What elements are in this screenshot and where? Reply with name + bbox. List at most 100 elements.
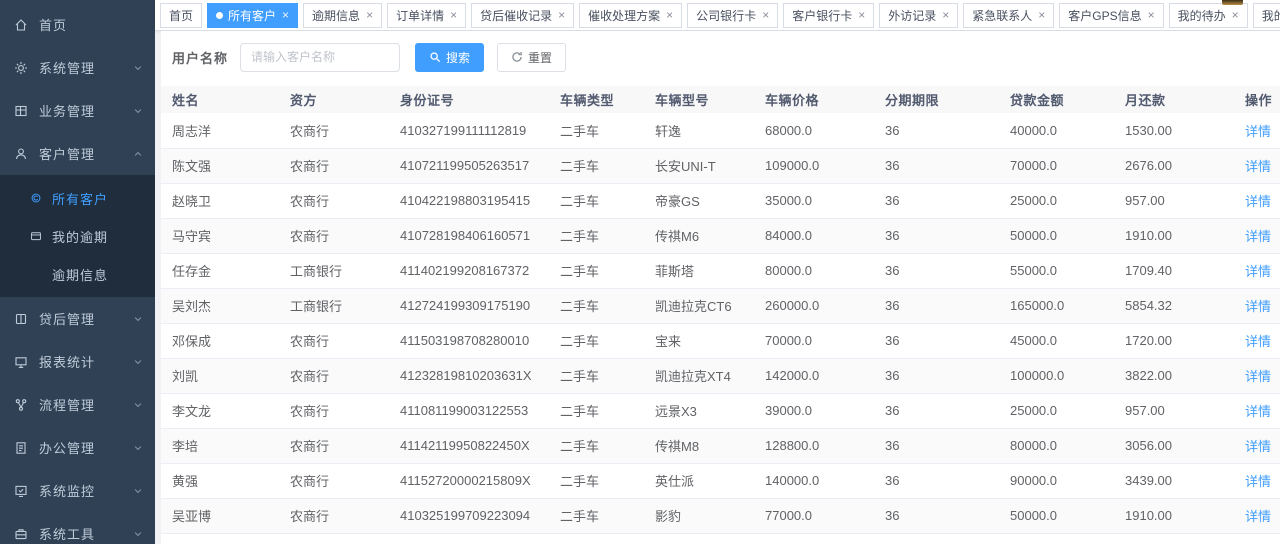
close-icon[interactable]: × — [858, 9, 865, 21]
table-cell: 36 — [885, 533, 1010, 544]
sidebar-item-5[interactable]: 报表统计 — [0, 340, 155, 383]
tab-label: 紧急联系人 — [972, 7, 1032, 24]
submenu-item-2[interactable]: 逾期信息 — [0, 255, 155, 293]
sidebar-item-label: 办公管理 — [39, 438, 133, 457]
sidebar-item-1[interactable]: 系统管理 — [0, 46, 155, 89]
details-link[interactable]: 详情 — [1245, 474, 1271, 489]
table-cell: 吴刘杰 — [161, 288, 290, 323]
tab-0[interactable]: 首页 — [160, 3, 202, 28]
search-button[interactable]: 搜索 — [415, 43, 484, 72]
details-link[interactable]: 详情 — [1245, 264, 1271, 279]
tab-4[interactable]: 贷后催收记录× — [471, 3, 574, 28]
close-icon[interactable]: × — [762, 9, 769, 21]
details-link[interactable]: 详情 — [1245, 124, 1271, 139]
sidebar-item-0[interactable]: 首页 — [0, 3, 155, 46]
tab-5[interactable]: 催收处理方案× — [579, 3, 682, 28]
tab-label: 所有客户 — [228, 7, 276, 24]
no-icon — [30, 267, 52, 281]
tab-1[interactable]: 所有客户 × — [207, 3, 298, 28]
column-header: 资方 — [290, 86, 400, 113]
search-label: 用户名称 — [172, 48, 228, 67]
sidebar-item-8[interactable]: 系统监控 — [0, 469, 155, 512]
monitor-icon — [14, 355, 30, 369]
table-cell: 39000.0 — [765, 393, 885, 428]
sidebar: 首页系统管理业务管理客户管理所有客户我的逾期逾期信息贷后管理报表统计流程管理办公… — [0, 0, 155, 544]
table-cell: 刘凯 — [161, 358, 290, 393]
table-cell: 1910.00 — [1125, 218, 1245, 253]
details-link[interactable]: 详情 — [1245, 439, 1271, 454]
close-icon[interactable]: × — [1148, 9, 1155, 21]
avatar[interactable] — [1222, 0, 1243, 5]
chevron-down-icon — [133, 63, 143, 73]
close-icon[interactable]: × — [1038, 9, 1045, 21]
tab-8[interactable]: 外访记录× — [879, 3, 958, 28]
close-icon[interactable]: × — [558, 9, 565, 21]
sidebar-item-label: 客户管理 — [39, 144, 133, 163]
details-link[interactable]: 详情 — [1245, 159, 1271, 174]
tab-7[interactable]: 客户银行卡× — [783, 3, 874, 28]
table-row: 马守宾农商行410728198406160571二手车传祺M684000.036… — [161, 218, 1280, 253]
sidebar-item-label: 系统管理 — [39, 58, 133, 77]
tab-2[interactable]: 逾期信息× — [303, 3, 382, 28]
tab-9[interactable]: 紧急联系人 × — [963, 3, 1054, 28]
details-link[interactable]: 详情 — [1245, 404, 1271, 419]
tab-3[interactable]: 订单详情× — [387, 3, 466, 28]
tab-10[interactable]: 客户GPS信息× — [1059, 3, 1163, 28]
search-icon — [429, 51, 441, 63]
sidebar-item-2[interactable]: 业务管理 — [0, 89, 155, 132]
sidebar-item-4[interactable]: 贷后管理 — [0, 297, 155, 340]
tab-12[interactable]: 我的流程× — [1253, 3, 1280, 28]
sidebar-item-9[interactable]: 系统工具 — [0, 512, 155, 544]
table-cell: 36 — [885, 463, 1010, 498]
sidebar-item-7[interactable]: 办公管理 — [0, 426, 155, 469]
tab-label: 公司银行卡 — [696, 7, 756, 24]
details-link[interactable]: 详情 — [1245, 334, 1271, 349]
close-icon[interactable]: × — [366, 9, 373, 21]
table-cell: 陈文强 — [161, 148, 290, 183]
close-icon[interactable]: × — [942, 9, 949, 21]
monitor-check-icon — [14, 484, 30, 498]
search-input[interactable] — [240, 43, 400, 72]
sidebar-item-3[interactable]: 客户管理 — [0, 132, 155, 175]
details-link[interactable]: 详情 — [1245, 229, 1271, 244]
tab-6[interactable]: 公司银行卡 × — [687, 3, 778, 28]
table-cell: 410327199111112819 — [400, 113, 560, 148]
details-link[interactable]: 详情 — [1245, 194, 1271, 209]
table-row: 吴刘杰工商银行412724199309175190二手车凯迪拉克CT626000… — [161, 288, 1280, 323]
table-cell: 二手车 — [560, 358, 655, 393]
gear-icon — [14, 61, 30, 75]
close-icon[interactable]: × — [450, 9, 457, 21]
table-cell: 轩逸 — [655, 113, 765, 148]
details-link[interactable]: 详情 — [1245, 369, 1271, 384]
sidebar-item-6[interactable]: 流程管理 — [0, 383, 155, 426]
table-cell: 45000.0 — [1010, 323, 1125, 358]
reset-button-label: 重置 — [528, 49, 552, 66]
details-link[interactable]: 详情 — [1245, 299, 1271, 314]
table-cell: 411503198708280010 — [400, 323, 560, 358]
table-cell: 长安UNI-T — [655, 148, 765, 183]
table-cell: 410721199505263517 — [400, 148, 560, 183]
close-icon[interactable]: × — [666, 9, 673, 21]
table-cell: 35000.0 — [765, 183, 885, 218]
close-icon[interactable]: × — [282, 9, 289, 21]
details-link[interactable]: 详情 — [1245, 509, 1271, 524]
table-cell: 142000.0 — [765, 358, 885, 393]
table-cell: 68000.0 — [765, 113, 885, 148]
app-window: 首页系统管理业务管理客户管理所有客户我的逾期逾期信息贷后管理报表统计流程管理办公… — [0, 0, 1280, 544]
close-icon[interactable]: × — [1232, 9, 1239, 21]
tab-label: 我的流程 — [1262, 7, 1280, 24]
table-cell: 二手车 — [560, 533, 655, 544]
table-cell: 1720.00 — [1125, 323, 1245, 358]
reset-button[interactable]: 重置 — [497, 43, 566, 72]
table-body: 周志洋农商行410327199111112819二手车轩逸68000.03640… — [161, 113, 1280, 544]
table-cell: 140000.0 — [765, 463, 885, 498]
tab-11[interactable]: 我的待办× — [1169, 3, 1248, 28]
table-cell: 410311199408152716 — [400, 533, 560, 544]
active-tab-dot — [216, 12, 223, 19]
submenu-item-1[interactable]: 我的逾期 — [0, 217, 155, 255]
table-cell: 41232819810203631X — [400, 358, 560, 393]
submenu-item-0[interactable]: 所有客户 — [0, 179, 155, 217]
table-cell-actions: 详情 — [1245, 428, 1280, 463]
table-cell: 80000.0 — [765, 253, 885, 288]
table-cell: 天籁 — [655, 533, 765, 544]
